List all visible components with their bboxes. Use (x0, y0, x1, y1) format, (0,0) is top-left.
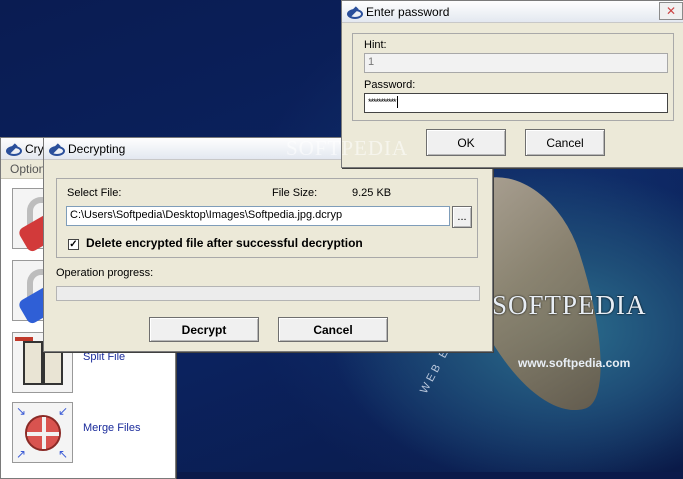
file-path-input[interactable]: C:\Users\Softpedia\Desktop\Images\Softpe… (66, 206, 450, 226)
arrow-ne-icon: ↗ (16, 447, 27, 461)
menu-options[interactable]: Option (10, 162, 45, 176)
close-icon[interactable]: ✕ (659, 2, 683, 20)
decrypt-button[interactable]: Decrypt (149, 317, 259, 342)
browse-button[interactable]: ... (452, 206, 472, 228)
split-arrow-icon (15, 337, 33, 341)
softpedia-watermark: SOFTPEDIA (286, 136, 409, 160)
text-caret (396, 96, 398, 109)
password-label: Password: (364, 79, 416, 91)
password-masked-value: *********** (368, 97, 397, 107)
app-icon (48, 143, 65, 156)
file-size-label: File Size: (272, 187, 318, 199)
merge-files-label[interactable]: Merge Files (83, 422, 140, 434)
hint-field: 1 (364, 53, 668, 73)
ok-button[interactable]: OK (426, 129, 506, 156)
merge-icon (25, 415, 61, 451)
merge-files-tool-button[interactable]: ↘ ↙ ↗ ↖ (12, 402, 73, 463)
arrow-sw-icon: ↙ (58, 404, 69, 418)
wallpaper-logo: SOFTPEDIA (492, 290, 647, 320)
arrow-nw-icon: ↖ (58, 447, 69, 461)
delete-file-checkbox[interactable]: ✓ (68, 239, 79, 250)
hint-label: Hint: (364, 39, 387, 51)
file-groupbox: Select File: File Size: 9.25 KB C:\Users… (56, 178, 478, 258)
wallpaper-url: www.softpedia.com (518, 356, 631, 370)
password-groupbox: Hint: 1 Password: *********** (352, 33, 674, 121)
main-window-title: Cry (25, 141, 44, 156)
delete-file-checkbox-label[interactable]: Delete encrypted file after successful d… (86, 236, 363, 250)
split-file-label[interactable]: Split File (83, 351, 125, 363)
password-cancel-button[interactable]: Cancel (525, 129, 605, 156)
decrypting-title: Decrypting (68, 141, 126, 156)
decrypting-dialog: Decrypting Select File: File Size: 9.25 … (43, 137, 493, 352)
decrypt-cancel-button[interactable]: Cancel (278, 317, 388, 342)
password-titlebar[interactable]: Enter password ✕ (342, 1, 683, 23)
app-icon (5, 143, 22, 156)
operation-progress-label: Operation progress: (56, 267, 154, 279)
select-file-label: Select File: (67, 187, 122, 199)
operation-progress-bar (56, 286, 480, 301)
app-icon (346, 6, 363, 19)
checkmark-icon: ✓ (69, 239, 78, 250)
password-input[interactable]: *********** (364, 93, 668, 113)
file-size-value: 9.25 KB (352, 187, 392, 199)
arrow-se-icon: ↘ (16, 404, 27, 418)
password-dialog-title: Enter password (366, 4, 450, 19)
